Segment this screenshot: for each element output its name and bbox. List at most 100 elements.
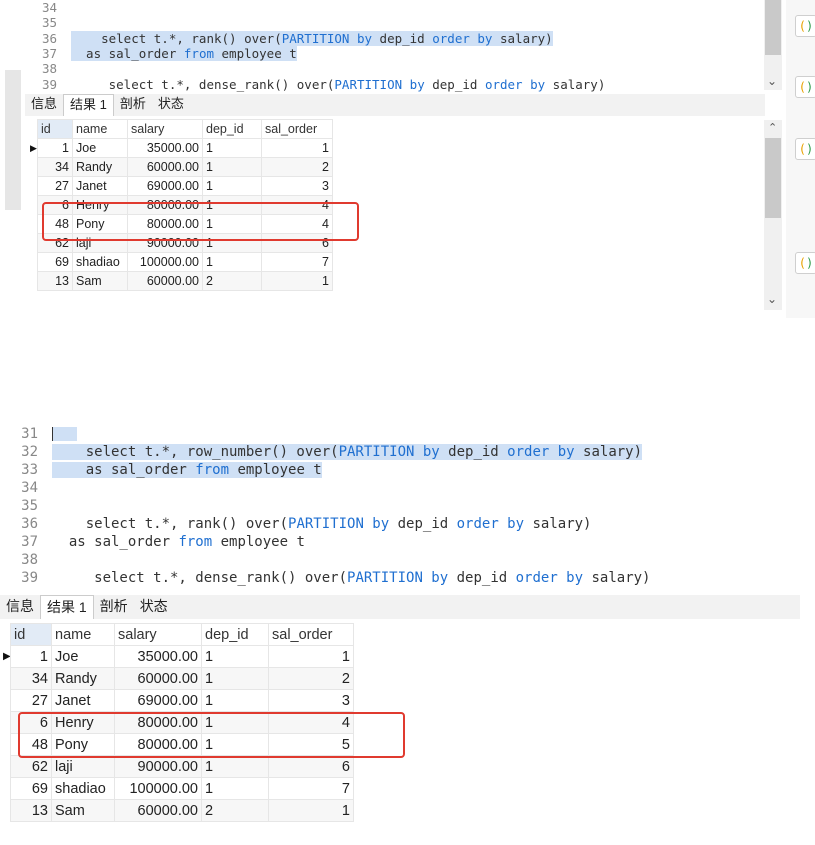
table-cell[interactable]: 1: [201, 777, 269, 800]
table-cell[interactable]: 3: [268, 689, 354, 712]
table-row[interactable]: 1 Joe 35000.00 1 1: [10, 645, 354, 668]
table-row[interactable]: 13 Sam 60000.00 2 1: [37, 271, 333, 291]
table-cell[interactable]: 1: [201, 689, 269, 712]
table-cell[interactable]: 1: [201, 667, 269, 690]
table-cell[interactable]: Randy: [72, 157, 128, 177]
table-cell[interactable]: 2: [268, 667, 354, 690]
editor-scrollbar-thumb-top[interactable]: [765, 0, 781, 55]
table-cell[interactable]: 60000.00: [114, 799, 202, 822]
column-header[interactable]: name: [72, 119, 128, 139]
table-cell[interactable]: 1: [37, 138, 73, 158]
code-snippet-icon[interactable]: (): [795, 138, 815, 160]
tab-info[interactable]: 信息: [0, 595, 40, 619]
code-line[interactable]: select t.*, dense_rank() over(PARTITION …: [71, 77, 606, 92]
table-row[interactable]: 27 Janet 69000.00 1 3: [37, 176, 333, 196]
table-cell[interactable]: 1: [268, 799, 354, 822]
table-cell[interactable]: Sam: [51, 799, 115, 822]
code-line[interactable]: select t.*, row_number() over(PARTITION …: [52, 443, 643, 461]
column-header[interactable]: sal_order: [261, 119, 333, 139]
table-cell[interactable]: 27: [10, 689, 52, 712]
table-cell[interactable]: 1: [201, 645, 269, 668]
table-cell[interactable]: 2: [201, 799, 269, 822]
column-header[interactable]: salary: [127, 119, 203, 139]
table-cell[interactable]: 100000.00: [127, 252, 203, 272]
table-cell[interactable]: 1: [10, 645, 52, 668]
tab-status[interactable]: 状态: [152, 94, 190, 116]
column-header[interactable]: salary: [114, 623, 202, 646]
table-cell[interactable]: shadiao: [72, 252, 128, 272]
table-cell[interactable]: 90000.00: [114, 755, 202, 778]
table-cell[interactable]: shadiao: [51, 777, 115, 800]
table-cell[interactable]: Janet: [51, 689, 115, 712]
table-row[interactable]: 62 laji 90000.00 1 6: [10, 755, 354, 778]
code-line[interactable]: select t.*, rank() over(PARTITION by dep…: [71, 30, 553, 46]
table-cell[interactable]: Janet: [72, 176, 128, 196]
column-header[interactable]: dep_id: [202, 119, 262, 139]
table-cell[interactable]: 34: [10, 667, 52, 690]
code-line[interactable]: select t.*, dense_rank() over(PARTITION …: [52, 569, 650, 587]
table-cell[interactable]: 1: [261, 138, 333, 158]
table-row[interactable]: 69 shadiao 100000.00 1 7: [10, 777, 354, 800]
table-cell[interactable]: 69000.00: [114, 689, 202, 712]
table-cell[interactable]: Joe: [51, 645, 115, 668]
table-row[interactable]: 1 Joe 35000.00 1 1: [37, 138, 333, 158]
column-header[interactable]: id: [37, 119, 73, 139]
tab-status[interactable]: 状态: [134, 595, 174, 619]
table-row[interactable]: 34 Randy 60000.00 1 2: [10, 667, 354, 690]
table-cell[interactable]: 35000.00: [127, 138, 203, 158]
table-cell[interactable]: 60000.00: [127, 271, 203, 291]
column-header[interactable]: name: [51, 623, 115, 646]
table-cell[interactable]: 60000.00: [127, 157, 203, 177]
column-header[interactable]: id: [10, 623, 52, 646]
table-cell[interactable]: 1: [261, 271, 333, 291]
chevron-up-icon[interactable]: ⌃: [768, 121, 777, 134]
table-row[interactable]: 13 Sam 60000.00 2 1: [10, 799, 354, 822]
sql-editor-top[interactable]: 34 35 36 select t.*, rank() over(PARTITION…: [25, 0, 765, 92]
tab-profile[interactable]: 剖析: [94, 595, 134, 619]
table-cell[interactable]: 13: [10, 799, 52, 822]
chevron-down-icon[interactable]: ⌄: [767, 74, 777, 88]
column-header[interactable]: sal_order: [268, 623, 354, 646]
table-cell[interactable]: Sam: [72, 271, 128, 291]
tab-result-1[interactable]: 结果 1: [63, 94, 114, 116]
table-cell[interactable]: 34: [37, 157, 73, 177]
column-header[interactable]: dep_id: [201, 623, 269, 646]
code-snippet-icon[interactable]: (): [795, 76, 815, 98]
table-cell[interactable]: 3: [261, 176, 333, 196]
chevron-down-icon[interactable]: ⌄: [767, 292, 777, 306]
grid-scrollbar-thumb-top[interactable]: [765, 138, 781, 218]
table-cell[interactable]: 2: [261, 157, 333, 177]
tab-result-1[interactable]: 结果 1: [40, 595, 94, 619]
table-cell[interactable]: 1: [202, 157, 262, 177]
table-cell[interactable]: Randy: [51, 667, 115, 690]
table-cell[interactable]: 1: [202, 176, 262, 196]
sql-editor-bottom[interactable]: 31 32 select t.*, row_number() over(PARTI…: [10, 425, 800, 593]
table-cell[interactable]: 6: [268, 755, 354, 778]
tab-profile[interactable]: 剖析: [114, 94, 152, 116]
table-cell[interactable]: 100000.00: [114, 777, 202, 800]
table-cell[interactable]: 62: [10, 755, 52, 778]
code-snippet-icon[interactable]: (): [795, 252, 815, 274]
code-line[interactable]: as sal_order from employee t: [52, 461, 322, 479]
table-cell[interactable]: 7: [268, 777, 354, 800]
table-cell[interactable]: 35000.00: [114, 645, 202, 668]
code-line[interactable]: select t.*, rank() over(PARTITION by dep…: [52, 515, 592, 533]
table-cell[interactable]: 13: [37, 271, 73, 291]
table-cell[interactable]: 1: [201, 755, 269, 778]
table-cell[interactable]: Joe: [72, 138, 128, 158]
code-line[interactable]: as sal_order from employee t: [52, 533, 305, 551]
table-cell[interactable]: 1: [202, 138, 262, 158]
code-snippet-icon[interactable]: (): [795, 15, 815, 37]
table-cell[interactable]: 1: [202, 252, 262, 272]
table-cell[interactable]: 69000.00: [127, 176, 203, 196]
table-cell[interactable]: 7: [261, 252, 333, 272]
table-cell[interactable]: 1: [268, 645, 354, 668]
table-row[interactable]: 34 Randy 60000.00 1 2: [37, 157, 333, 177]
table-cell[interactable]: 2: [202, 271, 262, 291]
tab-info[interactable]: 信息: [25, 94, 63, 116]
table-cell[interactable]: 69: [37, 252, 73, 272]
code-line[interactable]: as sal_order from employee t: [71, 45, 297, 61]
table-row[interactable]: 69 shadiao 100000.00 1 7: [37, 252, 333, 272]
table-cell[interactable]: 60000.00: [114, 667, 202, 690]
table-cell[interactable]: 27: [37, 176, 73, 196]
